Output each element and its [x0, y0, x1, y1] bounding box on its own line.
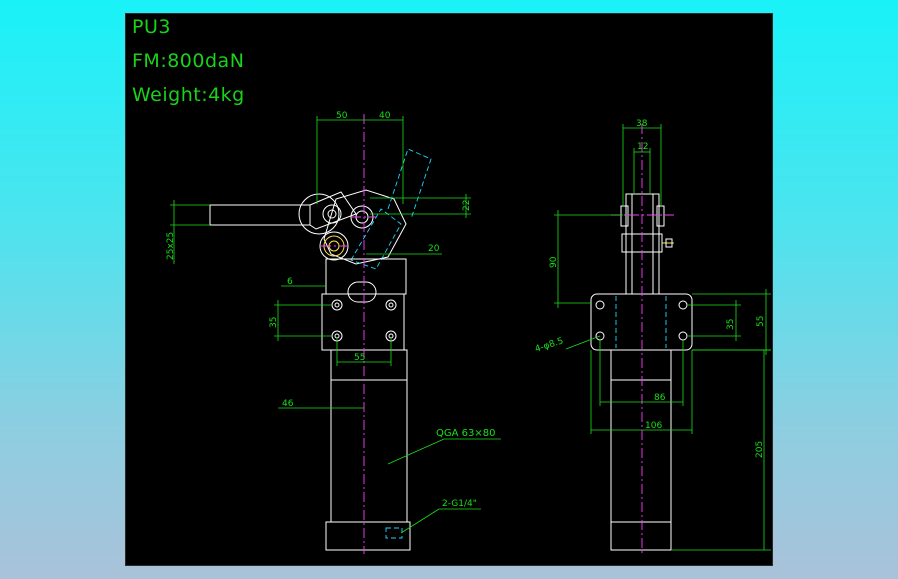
slot — [347, 281, 377, 303]
side-view: 50 40 22 20 25x25 6 35 55 46 QGA 63×80 2… — [166, 111, 501, 554]
cylinder-body — [330, 379, 408, 523]
cylinder-cap — [325, 521, 411, 551]
dim-106: 106 — [645, 421, 662, 431]
cad-drawing-canvas: PU3 FM:800daN Weight:4kg 50 40 22 20 25x… — [125, 13, 773, 566]
dim-50: 50 — [336, 111, 348, 121]
dim-90: 90 — [549, 256, 559, 268]
dim-6: 6 — [287, 277, 293, 287]
handle-bar — [209, 204, 311, 226]
port-callout: 2-G1/4" — [442, 499, 477, 509]
cylinder-neck — [330, 349, 408, 381]
holes-callout: 4-φ8.5 — [534, 336, 565, 355]
drawing-svg: 50 40 22 20 25x25 6 35 55 46 QGA 63×80 2… — [166, 111, 771, 554]
dim-22: 22 — [462, 200, 472, 211]
upper-housing — [325, 258, 407, 295]
dim-35-front: 35 — [726, 319, 736, 330]
cylinder-callout: QGA 63×80 — [436, 428, 495, 439]
dim-46: 46 — [282, 399, 294, 409]
dim-205: 205 — [755, 441, 765, 458]
dim-40: 40 — [379, 111, 391, 121]
phantom-arm — [387, 148, 432, 220]
linkage-body — [323, 189, 407, 265]
front-view: 38 12 90 4-φ8.5 35 55 86 106 205 — [534, 119, 771, 554]
dim-35: 35 — [269, 317, 279, 328]
dim-55-front: 55 — [756, 316, 766, 327]
dim-12: 12 — [637, 142, 648, 152]
front-cylinder-neck — [610, 349, 672, 381]
dim-55-side: 55 — [354, 353, 365, 363]
dim-86: 86 — [654, 393, 666, 403]
front-flange — [590, 293, 693, 351]
dim-20: 20 — [428, 244, 440, 254]
port-hole — [385, 527, 403, 539]
dim-handle: 25x25 — [166, 232, 176, 260]
dim-38: 38 — [636, 119, 648, 129]
front-cylinder-cap — [610, 521, 672, 551]
fork-body — [625, 193, 660, 295]
